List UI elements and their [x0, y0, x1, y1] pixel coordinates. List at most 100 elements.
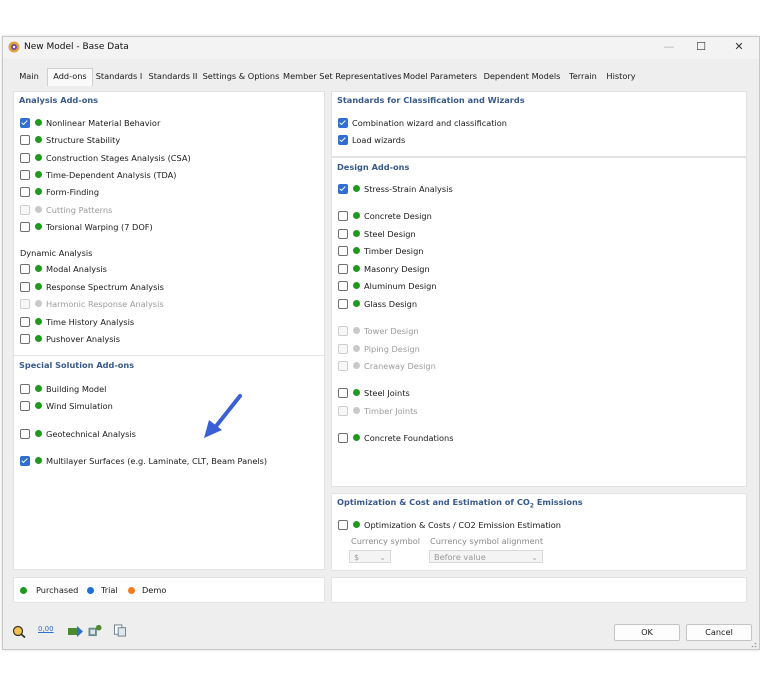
tab-standards-i[interactable]: Standards I — [93, 69, 145, 84]
addon-row-tower-design: Tower Design — [338, 325, 638, 337]
wind-simulation-checkbox[interactable] — [20, 401, 30, 411]
unavailable-status-dot — [353, 362, 360, 369]
concrete-foundations-checkbox[interactable] — [338, 433, 348, 443]
analysis-addons-panel: Analysis Add-ons Nonlinear Material Beha… — [13, 91, 325, 357]
nonlinear-material-label: Nonlinear Material Behavior — [46, 118, 161, 128]
trial-legend-label: Trial — [101, 585, 118, 595]
tab-member-set-representatives[interactable]: Member Set Representatives — [283, 69, 401, 84]
addon-row-steel-design: Steel Design — [338, 228, 638, 240]
purchased-status-dot — [35, 136, 42, 143]
purchased-status-dot — [35, 223, 42, 230]
time-history-label: Time History Analysis — [46, 317, 135, 327]
addon-row-nonlinear-material: Nonlinear Material Behavior — [20, 117, 310, 129]
close-button[interactable]: ✕ — [731, 40, 747, 54]
construction-stages-checkbox[interactable] — [20, 153, 30, 163]
currency-symbol-select[interactable]: $ ⌄ — [349, 550, 391, 563]
timber-joints-checkbox — [338, 406, 348, 416]
steel-design-label: Steel Design — [364, 229, 416, 239]
structure-stability-checkbox[interactable] — [20, 135, 30, 145]
design-addons-title: Design Add-ons — [337, 162, 410, 172]
currency-alignment-value: Before value — [434, 552, 486, 562]
purchased-status-dot — [353, 300, 360, 307]
aluminum-design-label: Aluminum Design — [364, 281, 437, 291]
nonlinear-material-checkbox[interactable] — [20, 118, 30, 128]
purchased-status-dot — [35, 430, 42, 437]
time-dependent-label: Time-Dependent Analysis (TDA) — [46, 170, 177, 180]
optimization-panel: Optimization & Cost and Estimation of CO… — [331, 493, 747, 571]
concrete-design-label: Concrete Design — [364, 211, 432, 221]
steel-design-checkbox[interactable] — [338, 229, 348, 239]
copy-icon[interactable] — [113, 624, 127, 637]
tab-main[interactable]: Main — [14, 69, 44, 84]
trial-legend-dot — [87, 587, 94, 594]
building-model-checkbox[interactable] — [20, 384, 30, 394]
purchased-status-dot — [35, 265, 42, 272]
aluminum-design-checkbox[interactable] — [338, 281, 348, 291]
addon-row-optimization-costs: Optimization & Costs / CO2 Emission Esti… — [338, 519, 638, 531]
addon-row-concrete-design: Concrete Design — [338, 210, 638, 222]
maximize-button[interactable]: ☐ — [693, 40, 709, 54]
tab-bar: Main Add-ons Standards I Standards II Se… — [3, 68, 759, 86]
optimization-title-text: Optimization & Cost and Estimation of CO — [337, 497, 530, 507]
demo-legend-label: Demo — [142, 585, 167, 595]
multilayer-surfaces-checkbox[interactable] — [20, 456, 30, 466]
addon-row-glass-design: Glass Design — [338, 298, 638, 310]
response-spectrum-checkbox[interactable] — [20, 282, 30, 292]
time-dependent-checkbox[interactable] — [20, 170, 30, 180]
addon-row-timber-joints: Timber Joints — [338, 405, 638, 417]
app-logo-icon — [8, 41, 20, 53]
addon-row-structure-stability: Structure Stability — [20, 134, 310, 146]
addon-row-masonry-design: Masonry Design — [338, 263, 638, 275]
purchased-status-dot — [35, 188, 42, 195]
tab-history[interactable]: History — [603, 69, 639, 84]
addon-row-pushover: Pushover Analysis — [20, 333, 310, 345]
concrete-design-checkbox[interactable] — [338, 211, 348, 221]
purchased-status-dot — [35, 318, 42, 325]
tab-terrain[interactable]: Terrain — [565, 69, 601, 84]
addon-row-concrete-foundations: Concrete Foundations — [338, 432, 638, 444]
time-history-checkbox[interactable] — [20, 317, 30, 327]
addon-row-response-spectrum: Response Spectrum Analysis — [20, 281, 310, 293]
tab-settings-options[interactable]: Settings & Options — [201, 69, 281, 84]
load-wizards-checkbox[interactable] — [338, 135, 348, 145]
masonry-design-checkbox[interactable] — [338, 264, 348, 274]
resize-grip-icon[interactable] — [748, 639, 757, 648]
addon-row-time-dependent: Time-Dependent Analysis (TDA) — [20, 169, 310, 181]
tab-dependent-models[interactable]: Dependent Models — [481, 69, 563, 84]
geotechnical-checkbox[interactable] — [20, 429, 30, 439]
load-wizards-row: Load wizards — [338, 134, 638, 146]
torsional-warping-checkbox[interactable] — [20, 222, 30, 232]
units-icon[interactable] — [67, 625, 83, 638]
tab-model-parameters[interactable]: Model Parameters — [401, 69, 479, 84]
search-icon[interactable] — [12, 625, 26, 638]
special-addons-title: Special Solution Add-ons — [19, 360, 135, 370]
decimal-places-icon[interactable]: 0,00 — [37, 624, 54, 638]
combination-wizard-row: Combination wizard and classification — [338, 117, 638, 129]
modal-analysis-checkbox[interactable] — [20, 264, 30, 274]
model-settings-icon[interactable] — [87, 624, 103, 637]
purchased-status-dot — [35, 335, 42, 342]
form-finding-checkbox[interactable] — [20, 187, 30, 197]
tab-standards-ii[interactable]: Standards II — [146, 69, 200, 84]
optimization-costs-checkbox[interactable] — [338, 520, 348, 530]
glass-design-checkbox[interactable] — [338, 299, 348, 309]
pushover-label: Pushover Analysis — [46, 334, 121, 344]
special-addons-panel: Special Solution Add-ons Building Model … — [13, 355, 325, 570]
cancel-button[interactable]: Cancel — [686, 624, 752, 641]
stress-strain-checkbox[interactable] — [338, 184, 348, 194]
purchased-legend-label: Purchased — [36, 585, 79, 595]
purchased-status-dot — [35, 171, 42, 178]
unavailable-status-dot — [35, 206, 42, 213]
minimize-button[interactable]: — — [661, 40, 677, 54]
steel-joints-label: Steel Joints — [364, 388, 410, 398]
design-addons-panel: Design Add-ons Stress-Strain Analysis Co… — [331, 157, 747, 487]
tab-add-ons[interactable]: Add-ons — [47, 68, 93, 86]
ok-button[interactable]: OK — [614, 624, 680, 641]
timber-design-checkbox[interactable] — [338, 246, 348, 256]
currency-alignment-select[interactable]: Before value ⌄ — [429, 550, 543, 563]
steel-joints-checkbox[interactable] — [338, 388, 348, 398]
purchased-status-dot — [353, 212, 360, 219]
pushover-checkbox[interactable] — [20, 334, 30, 344]
addon-row-torsional-warping: Torsional Warping (7 DOF) — [20, 221, 310, 233]
combination-wizard-checkbox[interactable] — [338, 118, 348, 128]
